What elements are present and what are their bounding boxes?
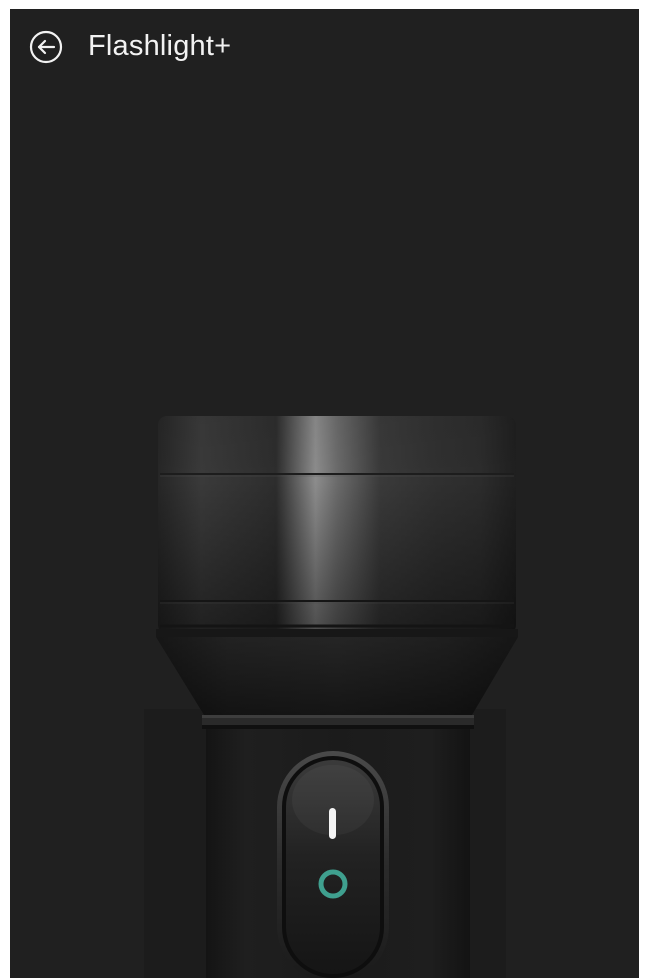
power-off-ring-icon: [318, 869, 348, 899]
app-bar: Flashlight+: [10, 9, 639, 83]
arrow-left-circle-icon: [29, 30, 63, 64]
back-button[interactable]: [26, 27, 66, 67]
power-switch[interactable]: [277, 751, 389, 978]
app-title: Flashlight+: [88, 30, 232, 62]
power-on-bar-icon: [329, 808, 336, 839]
flashlight-screen: Flashlight+: [10, 9, 639, 978]
